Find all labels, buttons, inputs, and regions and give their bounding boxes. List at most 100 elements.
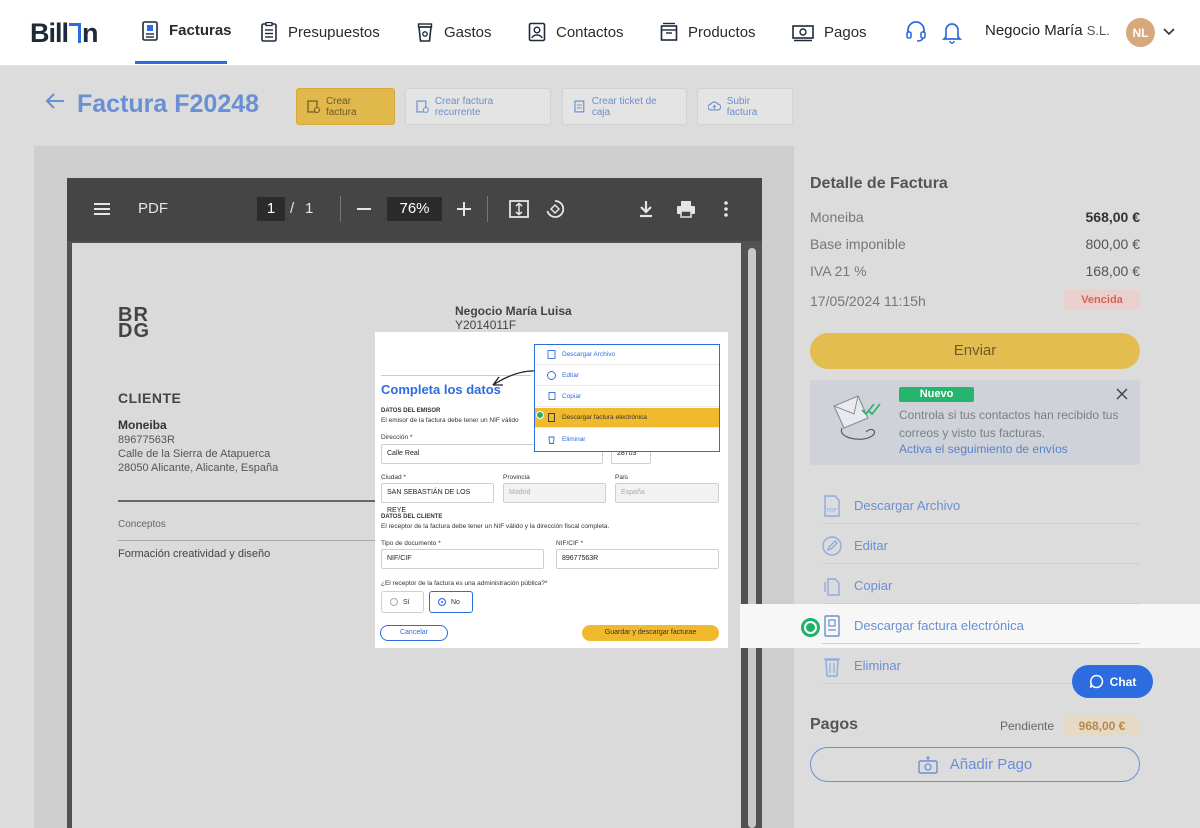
upload-invoice-label: Subir factura — [726, 95, 758, 118]
support-headset-icon[interactable] — [905, 20, 927, 49]
pending-amount-badge: 968,00 € — [1064, 716, 1140, 736]
status-badge: Vencida — [1064, 290, 1140, 310]
copy-icon — [824, 577, 840, 596]
doc-type-label: Tipo de documento * — [381, 540, 441, 547]
create-invoice-button[interactable]: Crear factura — [296, 88, 395, 125]
mini-edit[interactable]: Editar — [535, 366, 719, 386]
top-navbar: Bill n Facturas Presupuestos Gastos Conta… — [0, 0, 1200, 66]
fit-page-icon[interactable] — [508, 198, 530, 220]
company-name[interactable]: Negocio María S.L. — [985, 22, 1110, 39]
action-copy-label: Copiar — [854, 578, 893, 593]
pdf-label: PDF — [138, 200, 168, 217]
divider-thin — [118, 540, 378, 541]
billin-logo[interactable]: Bill n — [30, 18, 99, 49]
promo-link[interactable]: Activa el seguimiento de envíos — [899, 442, 1068, 456]
page-total: 1 — [305, 200, 314, 217]
radio-yes-label: Sí — [403, 598, 410, 606]
quote-icon — [260, 22, 278, 42]
bell-icon[interactable] — [941, 20, 963, 49]
chat-button[interactable]: Chat — [1072, 665, 1153, 698]
nav-presupuestos[interactable]: Presupuestos — [260, 0, 380, 64]
form-title: Completa los datos — [381, 382, 501, 397]
ciudad-input[interactable]: SAN SEBASTIÁN DE LOS REYE — [381, 483, 494, 514]
pencil-icon — [822, 535, 842, 556]
download-icon[interactable] — [635, 198, 657, 220]
contact-icon — [528, 22, 546, 42]
pdf-file-icon: PDF — [824, 494, 840, 517]
mini-copy[interactable]: Copiar — [535, 387, 719, 407]
tracking-promo-card: Nuevo Controla si tus contactos han reci… — [810, 380, 1140, 465]
create-invoice-label: Crear factura — [325, 95, 357, 118]
more-vertical-icon[interactable] — [715, 198, 737, 220]
radio-no-label: No — [451, 598, 460, 606]
radio-no[interactable]: No — [429, 591, 473, 613]
pdf-toolbar: PDF 1 / 1 76% — [67, 178, 762, 241]
add-payment-button[interactable]: Añadir Pago — [810, 747, 1140, 782]
nav-productos[interactable]: Productos — [660, 0, 756, 64]
chat-bubble-icon — [1089, 674, 1103, 689]
action-copy[interactable]: Copiar — [822, 568, 1140, 604]
nav-contactos[interactable]: Contactos — [528, 0, 624, 64]
nif-label: NIF/CIF * — [556, 540, 584, 547]
nav-gastos[interactable]: Gastos — [416, 0, 492, 64]
print-icon[interactable] — [675, 198, 697, 220]
nif-input[interactable]: 89677563R — [556, 549, 719, 569]
recurrent-invoice-icon — [416, 100, 429, 113]
avatar[interactable]: NL — [1126, 18, 1155, 47]
issuer-name: Negocio María Luisa — [455, 304, 572, 318]
action-download-einvoice[interactable]: Descargar factura electrónica — [822, 608, 1140, 644]
back-arrow-icon[interactable] — [44, 90, 66, 119]
radio-yes[interactable]: Sí — [381, 591, 424, 613]
promo-text: Controla si tus contactos han recibido t… — [899, 408, 1119, 440]
action-edit[interactable]: Editar — [822, 528, 1140, 564]
cancel-button[interactable]: Cancelar — [380, 625, 448, 641]
emisor-heading: DATOS DEL EMISOR — [381, 408, 441, 414]
pdf-file-icon — [547, 350, 556, 359]
concepts-label: Conceptos — [118, 519, 166, 530]
mini-delete[interactable]: Eliminar — [535, 429, 719, 449]
zoom-in-icon[interactable] — [453, 198, 475, 220]
nav-pagos-label: Pagos — [824, 23, 867, 41]
mini-download-file[interactable]: Descargar Archivo — [535, 345, 719, 365]
nav-facturas-label: Facturas — [169, 22, 232, 39]
add-payment-label: Añadir Pago — [949, 756, 1033, 773]
nav-facturas[interactable]: Facturas — [135, 0, 232, 64]
client-nif: 89677563R — [118, 434, 175, 446]
send-button[interactable]: Enviar — [810, 333, 1140, 369]
page-number-input[interactable]: 1 — [257, 197, 285, 221]
upload-invoice-button[interactable]: Subir factura — [697, 88, 793, 125]
action-download-einvoice-label: Descargar factura electrónica — [854, 618, 1024, 633]
client-address-2: 28050 Alicante, Alicante, España — [118, 462, 279, 474]
create-ticket-label: Crear ticket de caja — [591, 95, 657, 118]
envelope-illustration-icon — [833, 395, 881, 440]
pencil-icon — [547, 371, 556, 380]
provincia-select[interactable]: Madrid — [503, 483, 606, 503]
pais-select[interactable]: España — [615, 483, 719, 503]
action-download-file[interactable]: PDF Descargar Archivo — [822, 488, 1140, 524]
save-download-button[interactable]: Guardar y descargar facturae — [582, 625, 719, 641]
detail-client-label: Moneiba — [810, 209, 864, 225]
create-ticket-button[interactable]: Crear ticket de caja — [562, 88, 687, 125]
menu-icon[interactable] — [91, 198, 113, 220]
action-download-file-label: Descargar Archivo — [854, 498, 961, 513]
company-suffix: S.L. — [1086, 23, 1110, 38]
rotate-icon[interactable] — [544, 198, 566, 220]
mini-download-einvoice[interactable]: Descargar factura electrónica — [535, 408, 719, 428]
radio-no-dot — [438, 598, 446, 606]
doc-type-select[interactable]: NIF/CIF — [381, 549, 544, 569]
nav-pagos[interactable]: Pagos — [792, 0, 867, 64]
detail-date: 17/05/2024 11:15h — [810, 293, 926, 309]
zoom-out-icon[interactable] — [353, 198, 375, 220]
issuer-block: Negocio María Luisa Y2014011F — [455, 304, 572, 332]
chevron-down-icon[interactable] — [1163, 24, 1175, 42]
zoom-level[interactable]: 76% — [387, 197, 442, 221]
create-recurrent-invoice-button[interactable]: Crear factura recurrente — [405, 88, 551, 125]
ticket-icon — [574, 100, 585, 113]
provincia-label: Provincia — [503, 474, 530, 481]
pdf-scrollbar[interactable] — [748, 248, 756, 828]
mini-download-einvoice-label: Descargar factura electrónica — [562, 414, 647, 421]
detail-client-row: Moneiba 568,00 € — [810, 209, 1140, 225]
payments-title: Pagos — [810, 716, 859, 733]
company-name-text: Negocio María — [985, 22, 1083, 39]
close-icon[interactable] — [1115, 387, 1129, 405]
